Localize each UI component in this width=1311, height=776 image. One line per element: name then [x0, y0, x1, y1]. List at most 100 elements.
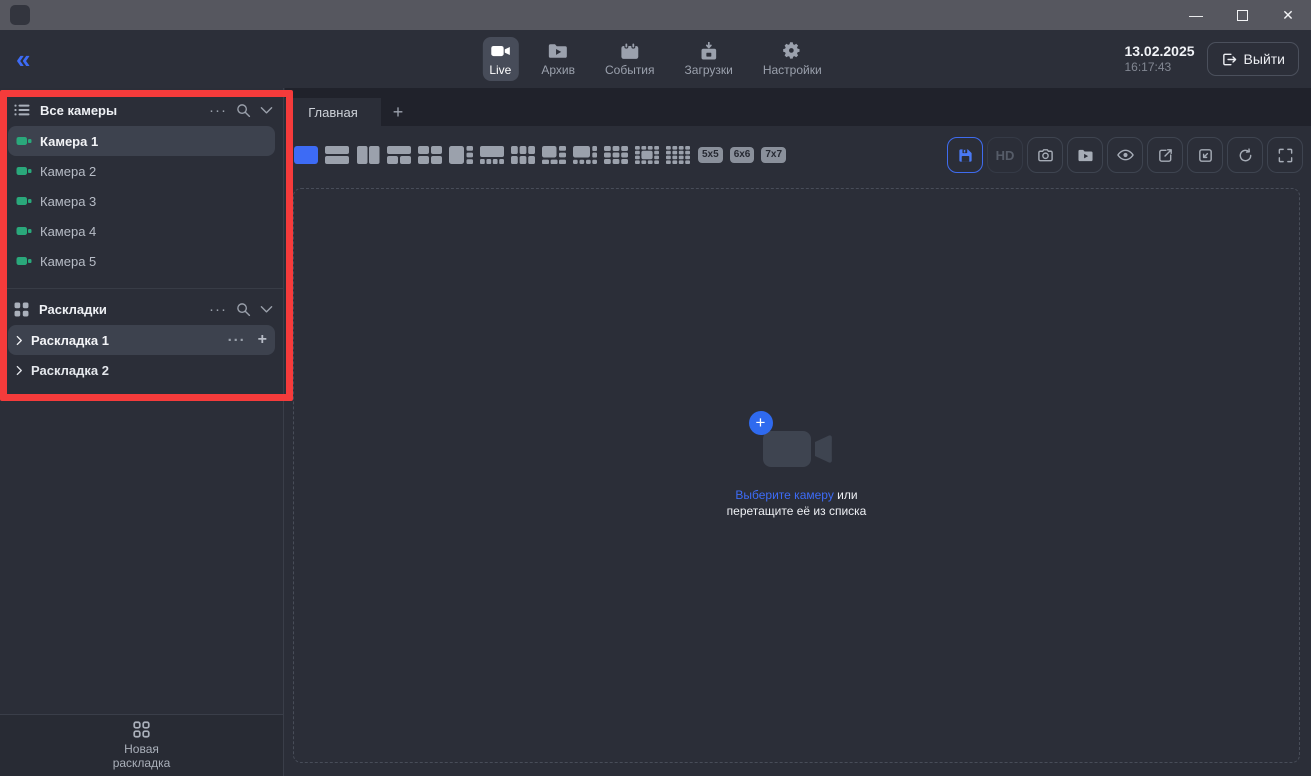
camera-label: Камера 5	[40, 254, 96, 269]
chevron-down-icon[interactable]	[260, 106, 273, 115]
camera-icon	[16, 194, 32, 208]
open-in-window-button[interactable]	[1187, 137, 1223, 173]
snapshot-button[interactable]	[1027, 137, 1063, 173]
layout-2-rows-button[interactable]	[324, 145, 350, 165]
archive-folder-icon	[1077, 148, 1094, 163]
layout-2-rows-icon	[325, 146, 349, 164]
layout-3x2-button[interactable]	[510, 145, 536, 165]
save-layout-button[interactable]	[947, 137, 983, 173]
camera-dropzone[interactable]: + Выберите камеру или перетащите её из с…	[293, 188, 1300, 763]
layout-more-button[interactable]: ···	[228, 336, 246, 345]
add-tab-button[interactable]: +	[381, 98, 415, 126]
layout-1-plus-7-button[interactable]	[572, 145, 598, 165]
layout-add-button[interactable]: +	[258, 332, 267, 348]
layout-1-plus-12-button[interactable]	[634, 145, 660, 165]
double-chevron-left-icon: «	[16, 44, 28, 74]
camera-item-3[interactable]: Камера 3	[8, 186, 275, 216]
tab-main[interactable]: Главная	[285, 98, 381, 126]
tabbar: Главная +	[285, 88, 1311, 126]
logout-button[interactable]: Выйти	[1207, 42, 1299, 76]
add-camera-badge[interactable]: +	[749, 411, 773, 435]
eye-icon	[1117, 148, 1134, 162]
visibility-button[interactable]	[1107, 137, 1143, 173]
nav-item-label: Настройки	[763, 63, 822, 77]
time-label: 16:17:43	[1124, 60, 1194, 75]
cameras-section-header: Все камеры ···	[0, 94, 283, 126]
collapse-sidebar-button[interactable]: «	[16, 46, 28, 72]
select-camera-link[interactable]: Выберите камеру	[735, 488, 833, 502]
search-icon[interactable]	[236, 103, 251, 118]
layout-item-2[interactable]: Раскладка 2	[8, 355, 275, 385]
live-camera-icon	[489, 42, 511, 60]
chevron-right-icon[interactable]	[16, 365, 23, 376]
camera-item-2[interactable]: Камера 2	[8, 156, 275, 186]
camera-item-1[interactable]: Камера 1	[8, 126, 275, 156]
chevron-right-icon[interactable]	[16, 335, 23, 346]
new-layout-label: Новая раскладка	[107, 742, 177, 771]
settings-gear-icon	[781, 42, 803, 60]
camera-item-4[interactable]: Камера 4	[8, 216, 275, 246]
cameras-more-button[interactable]: ···	[209, 106, 227, 115]
open-archive-button[interactable]	[1067, 137, 1103, 173]
chevron-down-icon[interactable]	[260, 305, 273, 314]
fullscreen-button[interactable]	[1267, 137, 1303, 173]
layouts-section-header: Раскладки ···	[0, 293, 283, 325]
search-icon[interactable]	[236, 302, 251, 317]
share-arrow-icon	[1157, 147, 1174, 164]
hd-toggle-button[interactable]: HD	[987, 137, 1023, 173]
layout-4x4-button[interactable]	[665, 145, 691, 165]
nav-item-label: Загрузки	[685, 63, 733, 77]
layout-1-plus-3-icon	[449, 146, 473, 164]
layout-item-1[interactable]: Раскладка 1 ··· +	[8, 325, 275, 355]
nav-item-downloads[interactable]: Загрузки	[685, 42, 733, 77]
grid-icon	[14, 302, 29, 317]
layouts-section-title: Раскладки	[39, 302, 209, 317]
layouts-more-button[interactable]: ···	[209, 305, 227, 314]
maximize-icon	[1237, 10, 1248, 21]
plus-icon: +	[393, 102, 404, 123]
nav-item-settings[interactable]: Настройки	[763, 42, 822, 77]
view-action-buttons: HD	[947, 137, 1303, 173]
layout-toolbar: 5x5 6x6 7x7 HD	[293, 126, 1303, 184]
close-button[interactable]: ✕	[1265, 0, 1311, 30]
tab-label: Главная	[308, 105, 357, 120]
layout-1-plus-5-icon	[542, 146, 566, 164]
layout-1-plus-2-button[interactable]	[386, 145, 412, 165]
layout-1-plus-5-button[interactable]	[541, 145, 567, 165]
nav-item-events[interactable]: События	[605, 42, 655, 77]
refresh-button[interactable]	[1227, 137, 1263, 173]
nav-item-live[interactable]: Live	[482, 37, 518, 81]
minimize-button[interactable]: —	[1173, 0, 1219, 30]
layout-1-plus-4-icon	[480, 146, 504, 164]
layout-7x7-button[interactable]: 7x7	[761, 147, 786, 163]
layout-1-plus-7-icon	[573, 146, 597, 164]
photo-camera-icon	[1037, 147, 1054, 164]
nav-item-archive[interactable]: Архив	[541, 42, 575, 77]
camera-icon	[16, 254, 32, 268]
app-icon	[10, 5, 30, 25]
layout-5x5-button[interactable]: 5x5	[698, 147, 723, 163]
layout-3x2-icon	[511, 146, 535, 164]
camera-icon	[16, 164, 32, 178]
list-icon	[14, 103, 30, 117]
datetime: 13.02.2025 16:17:43	[1124, 43, 1194, 76]
main-nav: Live Архив События Загрузки	[489, 42, 821, 77]
logout-label: Выйти	[1244, 51, 1285, 67]
maximize-button[interactable]	[1219, 0, 1265, 30]
export-button[interactable]	[1147, 137, 1183, 173]
layout-1-plus-4-button[interactable]	[479, 145, 505, 165]
nav-item-label: События	[605, 63, 655, 77]
layout-2x2-button[interactable]	[417, 145, 443, 165]
popout-icon	[1197, 147, 1214, 164]
layout-label: Раскладка 2	[31, 363, 109, 378]
camera-item-5[interactable]: Камера 5	[8, 246, 275, 276]
empty-state: + Выберите камеру или перетащите её из с…	[727, 423, 867, 519]
layout-3x3-button[interactable]	[603, 145, 629, 165]
hd-label: HD	[996, 148, 1015, 163]
layout-6x6-button[interactable]: 6x6	[730, 147, 755, 163]
new-layout-button[interactable]: Новая раскладка	[0, 714, 283, 776]
nav-item-label: Live	[489, 63, 511, 77]
layout-1-plus-3-button[interactable]	[448, 145, 474, 165]
layout-2-cols-button[interactable]	[355, 145, 381, 165]
layout-1x1-button[interactable]	[293, 145, 319, 165]
